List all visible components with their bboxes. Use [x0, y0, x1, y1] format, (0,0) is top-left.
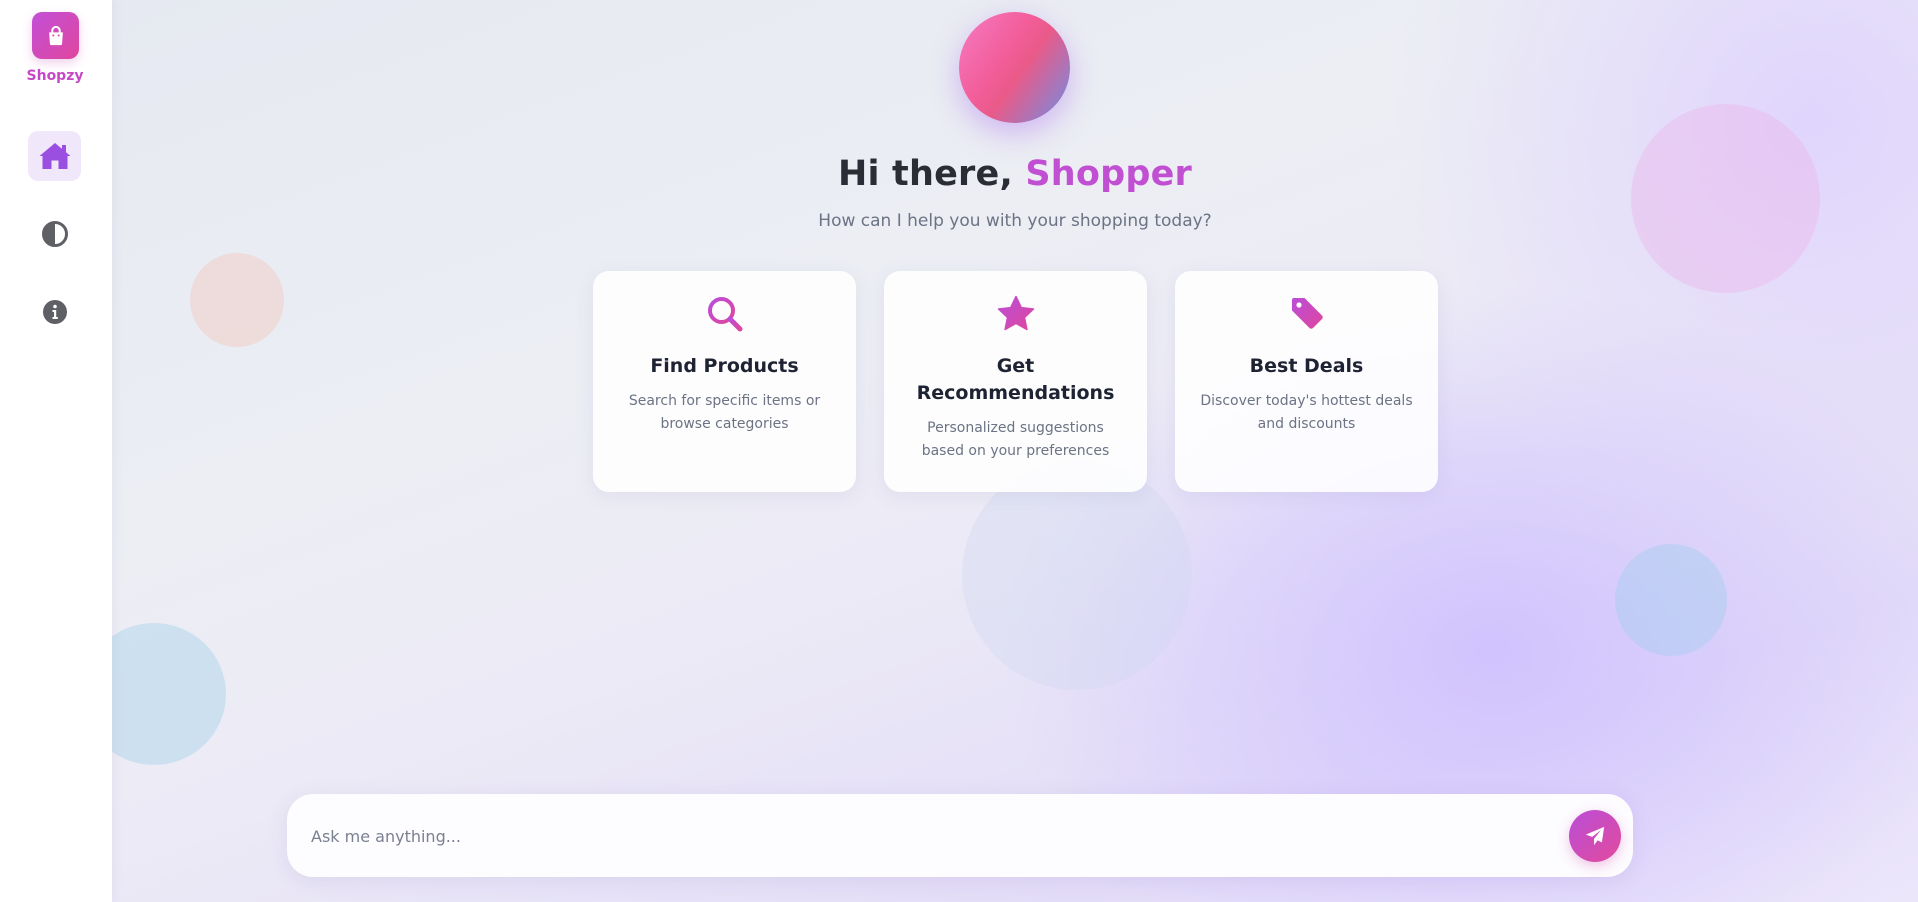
decorative-blob	[190, 253, 284, 347]
send-button[interactable]	[1569, 810, 1621, 862]
main-content: Hi there, Shopper How can I help you wit…	[112, 0, 1918, 902]
assistant-orb	[959, 12, 1070, 123]
home-icon	[39, 143, 70, 169]
sidebar: Shopzy	[0, 0, 112, 902]
shopping-bag-icon	[48, 25, 63, 45]
card-get-recommendations[interactable]: Get Recommendations Personalized suggest…	[884, 271, 1147, 492]
logo[interactable]	[32, 12, 79, 59]
greeting-name: Shopper	[1025, 154, 1193, 194]
card-find-products[interactable]: Find Products Search for specific items …	[593, 271, 856, 492]
chat-bar	[287, 794, 1633, 877]
greeting-prefix: Hi there,	[837, 154, 1026, 194]
app-name: Shopzy	[26, 68, 84, 84]
contrast-icon	[41, 221, 68, 247]
card-best-deals[interactable]: Best Deals Discover today's hottest deal…	[1175, 271, 1438, 492]
decorative-blob	[112, 623, 226, 765]
decorative-blob	[1631, 104, 1820, 293]
greeting-heading: Hi there, Shopper	[112, 154, 1918, 194]
greeting-subtitle: How can I help you with your shopping to…	[818, 211, 1212, 231]
sidebar-item-info[interactable]	[28, 287, 81, 337]
sidebar-item-home[interactable]	[28, 131, 81, 181]
tag-icon	[1291, 298, 1323, 329]
sidebar-item-theme-toggle[interactable]	[28, 209, 81, 259]
card-title: Best Deals	[1249, 355, 1364, 377]
decorative-blob	[962, 460, 1192, 690]
info-icon	[42, 300, 67, 324]
card-title: Get Recommendations	[916, 355, 1115, 404]
card-description: Discover today's hottest deals and disco…	[1200, 393, 1413, 432]
decorative-blob	[1615, 544, 1727, 656]
card-description: Personalized suggestions based on your p…	[921, 420, 1110, 459]
star-icon	[997, 295, 1034, 331]
card-title: Find Products	[650, 355, 799, 377]
search-icon	[707, 297, 742, 332]
card-description: Search for specific items or browse cate…	[628, 393, 821, 432]
chat-input[interactable]	[311, 816, 1511, 856]
paper-plane-icon	[1585, 826, 1605, 846]
